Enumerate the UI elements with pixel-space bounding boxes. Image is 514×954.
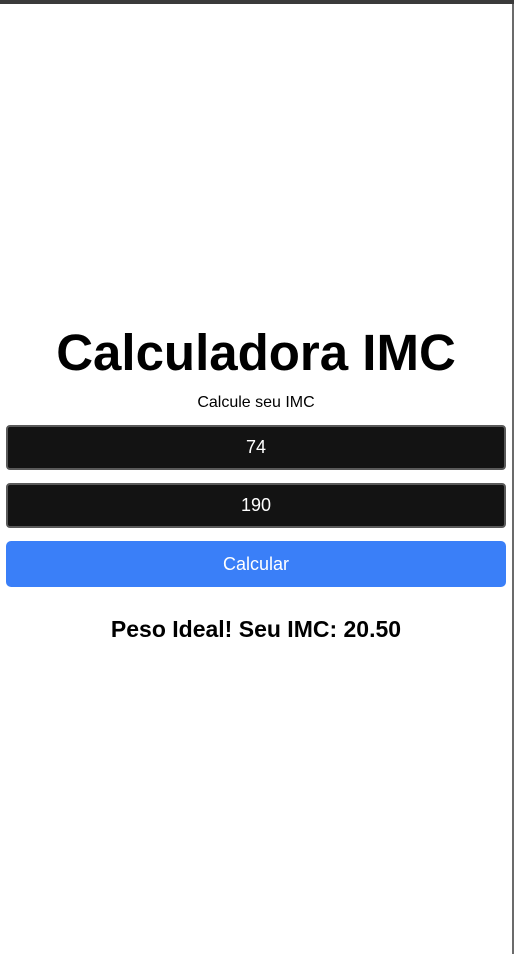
weight-input[interactable] <box>6 425 506 470</box>
height-input[interactable] <box>6 483 506 528</box>
result-text: Peso Ideal! Seu IMC: 20.50 <box>110 616 402 642</box>
imc-calculator: Calculadora IMC Calcule seu IMC Calcular… <box>6 322 506 643</box>
page-title: Calculadora IMC <box>56 324 456 381</box>
calculate-button[interactable]: Calcular <box>6 541 506 587</box>
page-subtitle: Calcule seu IMC <box>197 394 315 411</box>
browser-viewport: Calculadora IMC Calcule seu IMC Calcular… <box>0 0 514 954</box>
